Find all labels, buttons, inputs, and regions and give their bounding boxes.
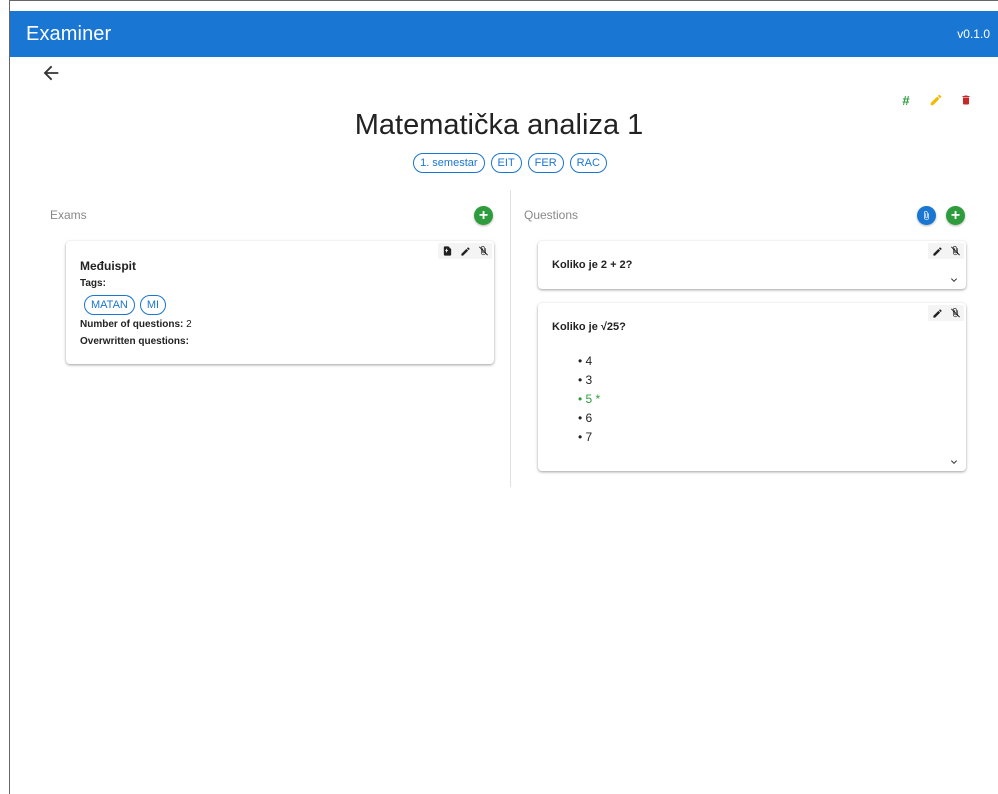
answer-list: 4 3 5 * 6 7 (578, 352, 601, 447)
course-title: Matematička analiza 1 (354, 109, 644, 141)
answer-item: 3 (578, 371, 600, 390)
file-icon[interactable] (441, 245, 453, 257)
questions-section-label: Questions (524, 208, 579, 222)
clip-off-icon[interactable] (949, 245, 961, 257)
app-title: Examiner (26, 22, 112, 45)
add-exam-button[interactable]: + (474, 206, 493, 225)
question-count-label: Number of questions: (80, 319, 184, 330)
exam-tags-label: Tags: (80, 278, 106, 289)
edit-icon[interactable] (931, 245, 943, 257)
question-count-value: 2 (186, 319, 192, 330)
clip-off-icon[interactable] (949, 307, 961, 319)
edit-icon[interactable] (931, 307, 943, 319)
exam-overwritten-label: Overwritten questions: (80, 336, 189, 347)
attach-questions-button[interactable] (917, 206, 936, 225)
answer-item: 4 (578, 352, 600, 371)
course-tag[interactable]: FER (527, 153, 564, 173)
exam-tag[interactable]: MATAN (84, 295, 135, 315)
question-title: Koliko je √25? (552, 321, 626, 333)
question-card[interactable]: Koliko je 2 + 2? (538, 241, 966, 289)
answer-item: 7 (578, 428, 600, 447)
question-card-tools (928, 243, 964, 259)
answer-item-correct: 5 * (578, 390, 601, 409)
app-version: v0.1.0 (957, 27, 990, 41)
course-actions: # (898, 92, 974, 108)
exam-title: Međuispit (80, 259, 136, 273)
plus-icon: + (950, 206, 961, 224)
edit-icon[interactable] (459, 245, 471, 257)
exam-card-tools (438, 243, 492, 259)
exams-section-label: Exams (50, 208, 87, 222)
plus-icon: + (478, 206, 489, 224)
question-card-tools (928, 305, 964, 321)
question-title: Koliko je 2 + 2? (552, 259, 633, 271)
hash-icon[interactable]: # (898, 92, 914, 108)
edit-icon[interactable] (928, 92, 944, 108)
course-tag[interactable]: 1. semestar (413, 153, 485, 173)
course-tags: 1. semestar EIT FER RAC (0, 153, 998, 173)
clip-icon (923, 210, 930, 220)
chevron-down-icon[interactable] (948, 455, 960, 467)
exam-tag[interactable]: MI (139, 295, 167, 315)
course-tag[interactable]: RAC (569, 153, 607, 173)
exam-tags: MATAN MI (84, 295, 167, 315)
question-card[interactable]: Koliko je √25? 4 3 5 * 6 7 (538, 303, 966, 471)
back-arrow-icon[interactable] (40, 62, 64, 84)
exam-question-count: Number of questions: 2 (80, 319, 192, 330)
column-divider (510, 190, 511, 487)
app-bar: Examiner v0.1.0 (10, 11, 998, 57)
course-tag[interactable]: EIT (490, 153, 522, 173)
answer-item: 6 (578, 409, 600, 428)
clip-off-icon[interactable] (477, 245, 489, 257)
delete-icon[interactable] (958, 92, 974, 108)
exam-card[interactable]: Međuispit Tags: MATAN MI Number of quest… (66, 241, 494, 364)
chevron-down-icon[interactable] (948, 273, 960, 285)
add-question-button[interactable]: + (946, 206, 965, 225)
